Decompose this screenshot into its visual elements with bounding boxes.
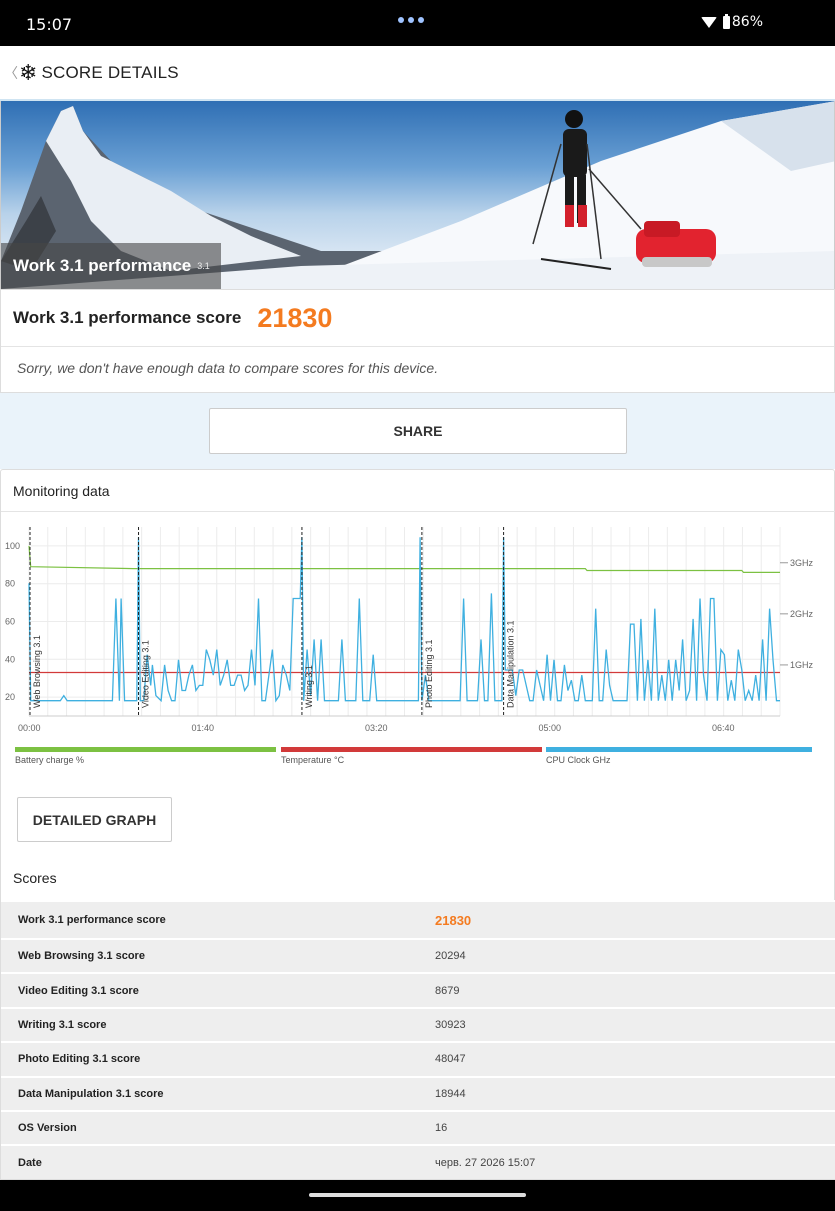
score-row-value: 16 [435, 1122, 448, 1135]
share-button[interactable]: SHARE [209, 408, 627, 454]
legend-battery-swatch [15, 747, 276, 752]
legend-temperature: Temperature °C [281, 747, 542, 767]
share-area: SHARE [0, 393, 835, 469]
system-nav-bar [0, 1180, 835, 1211]
app-bar: 〈 ❄ SCORE DETAILS [0, 46, 835, 101]
y-tick-label: 100 [5, 541, 20, 551]
section-label: Web Browsing 3.1 [32, 635, 42, 708]
section-label: Data Manipulation 3.1 [506, 620, 516, 708]
legend-battery-label: Battery charge % [15, 755, 85, 765]
status-dots-icon [398, 17, 424, 23]
score-row-label: Video Editing 3.1 score [18, 984, 139, 997]
score-row-label: Web Browsing 3.1 score [18, 950, 145, 963]
status-time: 15:07 [26, 15, 73, 34]
score-row-value: 20294 [435, 950, 466, 963]
x-tick-label: 05:00 [539, 723, 562, 733]
scores-table: Work 3.1 performance score 21830 Web Brow… [1, 900, 835, 1179]
overall-score-row: Work 3.1 performance score 21830 [1, 290, 834, 347]
battery-icon [722, 13, 730, 29]
legend-battery: Battery charge % [15, 747, 276, 767]
section-label: Video Editing 3.1 [141, 640, 151, 708]
legend-cpu-label: CPU Clock GHz [546, 755, 611, 765]
hero-version: 3.1 [197, 261, 210, 271]
score-card: Work 3.1 performance score 21830 Sorry, … [0, 289, 835, 393]
x-tick-label: 03:20 [365, 723, 388, 733]
score-row-label: Photo Editing 3.1 score [18, 1053, 141, 1066]
hero-banner: Work 3.1 performance 3.1 [0, 101, 835, 289]
y-tick-label: 40 [5, 654, 15, 664]
monitoring-divider [1, 511, 835, 512]
score-row-label: Work 3.1 performance score [18, 914, 166, 926]
table-row: Data Manipulation 3.1 score 18944 [1, 1075, 835, 1110]
detailed-graph-button[interactable]: DETAILED GRAPH [17, 797, 172, 842]
monitoring-title: Monitoring data [13, 483, 110, 499]
score-row-label: Writing 3.1 score [18, 1018, 107, 1031]
table-row: Video Editing 3.1 score 8679 [1, 972, 835, 1007]
y-tick-label: 20 [5, 692, 15, 702]
scores-title: Scores [13, 870, 57, 886]
score-row-value: черв. 27 2026 15:07 [435, 1156, 536, 1169]
score-row-value: 30923 [435, 1018, 466, 1031]
score-row-label: Date [18, 1156, 42, 1169]
hero-label: Work 3.1 performance 3.1 [1, 243, 221, 289]
score-row-label: Data Manipulation 3.1 score [18, 1087, 164, 1100]
legend-temperature-swatch [281, 747, 542, 752]
legend-cpu: CPU Clock GHz [546, 747, 812, 767]
section-label: Writing 3.1 [304, 665, 314, 708]
legend-temperature-label: Temperature °C [281, 755, 345, 765]
home-gesture-handle[interactable] [309, 1193, 526, 1197]
score-row-value: 21830 [435, 912, 472, 928]
score-row-label: OS Version [18, 1122, 77, 1135]
status-indicators: 86% [700, 13, 763, 30]
overall-score-value: 21830 [257, 302, 333, 333]
x-tick-label: 00:00 [18, 723, 41, 733]
y-tick-label: 80 [5, 579, 15, 589]
legend-cpu-swatch [546, 747, 812, 752]
overall-score-label: Work 3.1 performance score [13, 308, 242, 327]
score-row-value: 8679 [435, 984, 460, 997]
x-tick-label: 01:40 [192, 723, 215, 733]
table-row: Writing 3.1 score 30923 [1, 1006, 835, 1042]
y-right-tick-label: 2GHz [790, 609, 814, 619]
comparison-note: Sorry, we don't have enough data to comp… [17, 360, 439, 376]
table-row: Work 3.1 performance score 21830 [1, 900, 835, 938]
table-row: OS Version 16 [1, 1109, 835, 1145]
y-right-tick-label: 1GHz [790, 660, 814, 670]
snowflake-logo-icon: ❄ [19, 59, 38, 85]
monitoring-chart: 20 40 60 80 100 1GHz 2GHz 3GHz 00:00 01:40 03:20 05… [5, 527, 814, 733]
table-row: Web Browsing 3.1 score 20294 [1, 938, 835, 973]
y-tick-label: 60 [5, 617, 15, 627]
table-row: Date черв. 27 2026 15:07 [1, 1144, 835, 1179]
section-label: Photo Editing 3.1 [424, 639, 434, 708]
hero-title: Work 3.1 performance [13, 256, 192, 275]
score-row-value: 18944 [435, 1087, 466, 1100]
status-bar: 15:07 86% [0, 0, 835, 46]
y-right-tick-label: 3GHz [790, 558, 814, 568]
back-chevron-icon[interactable]: 〈 [4, 63, 18, 83]
page-title: SCORE DETAILS [41, 62, 179, 82]
table-row: Photo Editing 3.1 score 48047 [1, 1041, 835, 1076]
wifi-icon [700, 16, 717, 28]
score-row-value: 48047 [435, 1053, 466, 1066]
battery-level: 86% [731, 14, 763, 30]
x-tick-label: 06:40 [712, 723, 735, 733]
monitoring-card: Monitoring data 20 40 60 80 100 1GHz 2GHz 3GHz 0… [0, 469, 835, 1180]
